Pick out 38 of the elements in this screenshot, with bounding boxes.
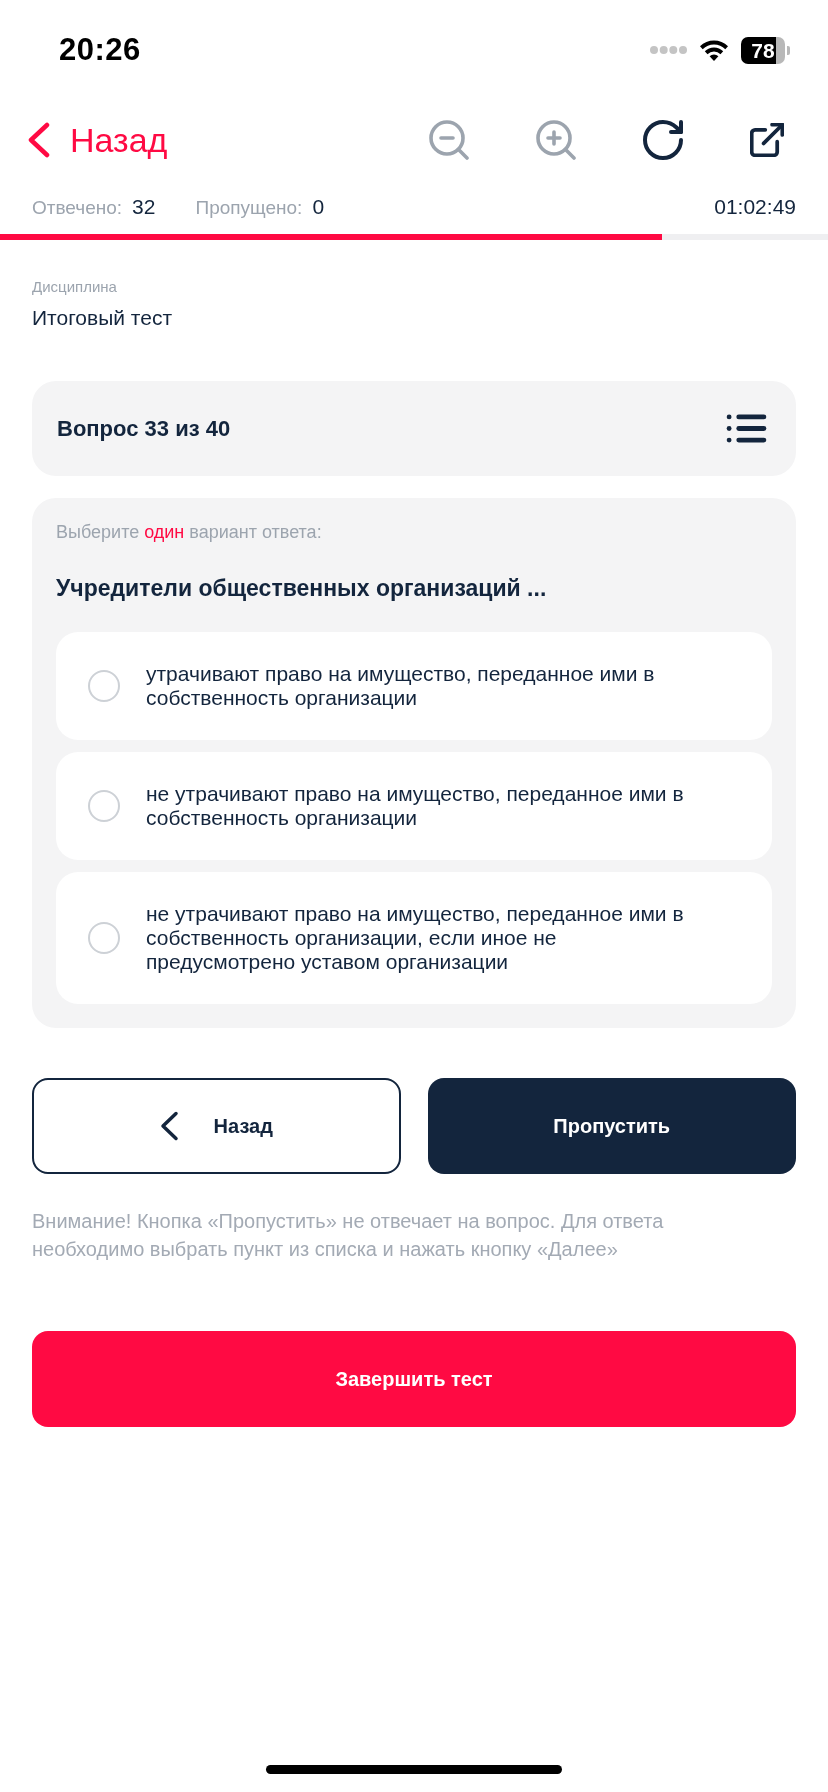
- zoom-out-icon: [429, 120, 469, 160]
- answer-option[interactable]: не утрачивают право на имущество, переданное ими в собственность организации, если иное не предусмотрено уставом организации: [56, 872, 772, 1004]
- radio-button[interactable]: [88, 922, 120, 954]
- notice-text: Внимание! Кнопка «Пропустить» не отвечает на вопрос. Для ответа необходимо выбрать пункт из списка и нажать кнопку «Далее»: [32, 1209, 665, 1262]
- list-icon: [726, 414, 767, 443]
- timer: 01:02:49: [714, 195, 796, 219]
- discipline-label: Дисциплина: [32, 278, 118, 296]
- stat-label: Пропущено:: [195, 197, 303, 219]
- answer-option[interactable]: не утрачивают право на имущество, переданное ими в собственность организации: [56, 752, 772, 860]
- option-text: утрачивают право на имущество, переданное ими в собственность организации: [146, 662, 656, 710]
- stat-value: 32: [132, 195, 156, 219]
- chevron-left-icon: [27, 122, 51, 158]
- external-link-icon: [750, 123, 784, 157]
- status-time: 20:26: [59, 32, 141, 68]
- radio-button[interactable]: [88, 670, 120, 702]
- wifi-icon: [699, 39, 729, 61]
- option-text: не утрачивают право на имущество, переданное ими в собственность организации, если иное не предусмотрено уставом организации: [146, 902, 685, 974]
- discipline-name: Итоговый тест: [32, 305, 174, 331]
- option-text: не утрачивают право на имущество, переданное ими в собственность организации: [146, 782, 685, 830]
- signal-icon: [650, 46, 687, 54]
- battery-percent: 78: [741, 36, 785, 64]
- instruction-text: Выберите один вариант ответа:: [56, 521, 323, 543]
- refresh-button[interactable]: [643, 120, 683, 160]
- skip-button[interactable]: Пропустить: [427, 1078, 796, 1174]
- question-text: Учредители общественных организаций ...: [56, 574, 548, 603]
- question-counter: Вопрос 33 из 40: [57, 415, 231, 442]
- refresh-icon: [643, 120, 683, 160]
- previous-button[interactable]: Назад: [32, 1078, 401, 1174]
- external-link-button[interactable]: [750, 123, 784, 157]
- chevron-left-icon: [159, 1111, 179, 1141]
- finish-test-button[interactable]: Завершить тест: [32, 1331, 796, 1427]
- stat-value: 0: [312, 195, 325, 219]
- zoom-in-icon: [536, 120, 576, 160]
- stat-label: Отвечено:: [32, 197, 123, 219]
- question-list-button[interactable]: [726, 414, 767, 443]
- radio-button[interactable]: [88, 790, 120, 822]
- back-button[interactable]: Назад: [27, 120, 168, 160]
- answer-option[interactable]: утрачивают право на имущество, переданное ими в собственность организации: [56, 632, 772, 740]
